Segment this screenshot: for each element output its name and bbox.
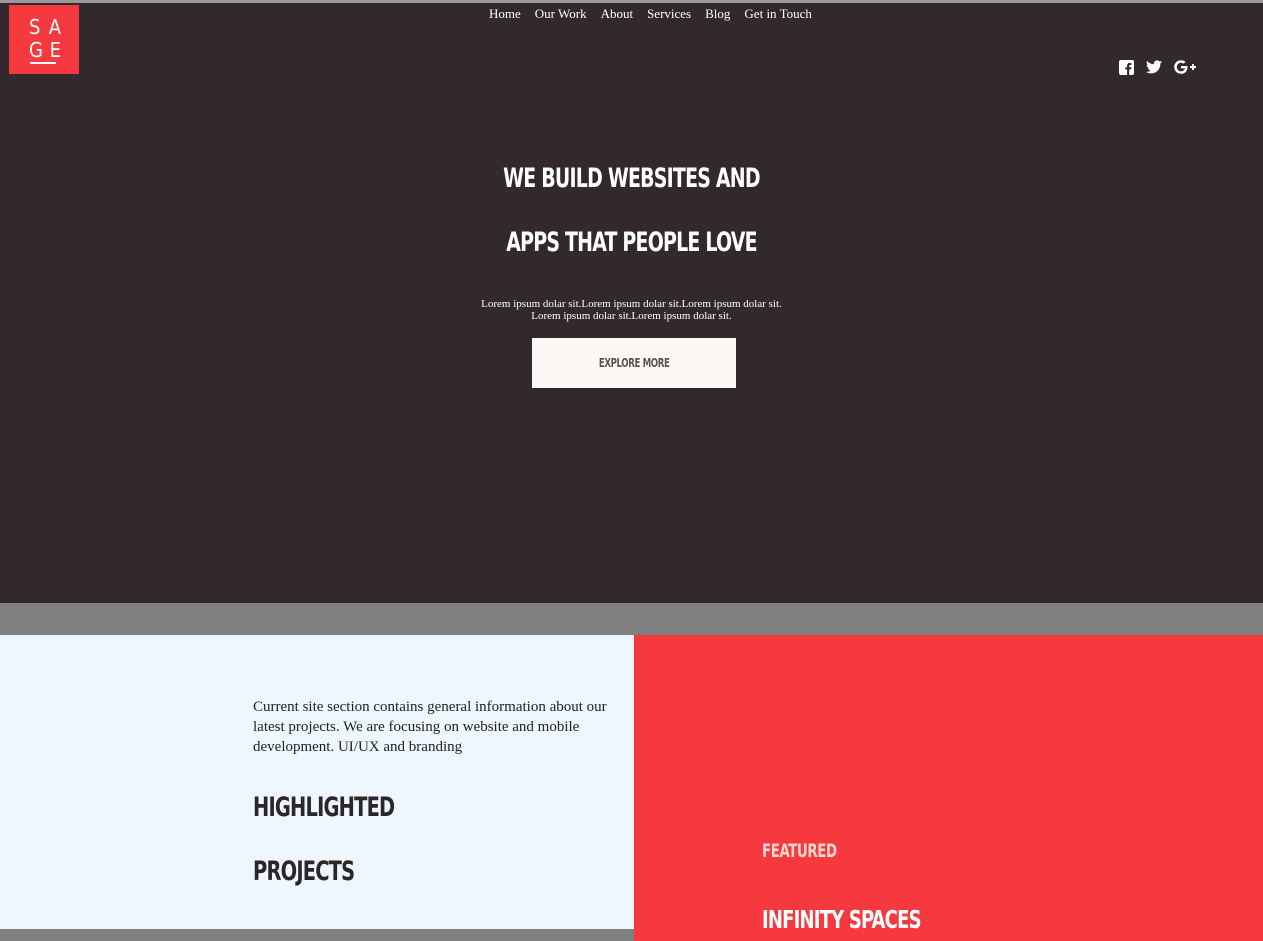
logo-letter: S (29, 15, 41, 39)
hero-description-line1: Lorem ipsum dolar sit.Lorem ipsum dolar … (481, 298, 782, 310)
featured-label: FEATURED (762, 840, 837, 862)
nav-blog[interactable]: Blog (705, 6, 730, 22)
featured-project-title[interactable]: INFINITY SPACES (762, 905, 922, 934)
logo[interactable]: S A G E (9, 5, 79, 74)
projects-intro: Current site section contains general in… (253, 699, 607, 755)
logo-letter: A (48, 15, 61, 39)
social-links (1118, 59, 1196, 75)
featured-panel (634, 635, 1263, 941)
main-nav: Home Our Work About Services Blog Get in… (489, 6, 812, 22)
explore-more-button[interactable]: EXPLORE MORE (532, 338, 736, 388)
explore-more-label: EXPLORE MORE (598, 356, 670, 370)
hero-headline-line1: WE BUILD WEBSITES AND (503, 163, 760, 194)
twitter-icon[interactable] (1146, 59, 1162, 75)
hero-description-line2: Lorem ipsum dolar sit.Lorem ipsum dolar … (531, 310, 732, 322)
projects-title-line1: HIGHLIGHTED (253, 792, 395, 823)
nav-about[interactable]: About (601, 6, 634, 22)
nav-services[interactable]: Services (647, 6, 691, 22)
facebook-icon[interactable] (1118, 59, 1134, 75)
google-plus-icon[interactable] (1174, 59, 1196, 75)
hero-headline-line2: APPS THAT PEOPLE LOVE (506, 227, 757, 258)
projects-title-line2: PROJECTS (253, 856, 355, 887)
logo-letter: G (29, 38, 43, 62)
nav-our-work[interactable]: Our Work (535, 6, 587, 22)
logo-underline (30, 62, 56, 64)
hero-description: Lorem ipsum dolar sit.Lorem ipsum dolar … (0, 298, 1263, 322)
logo-letter: E (49, 38, 61, 62)
nav-get-in-touch[interactable]: Get in Touch (744, 6, 811, 22)
nav-home[interactable]: Home (489, 6, 521, 22)
